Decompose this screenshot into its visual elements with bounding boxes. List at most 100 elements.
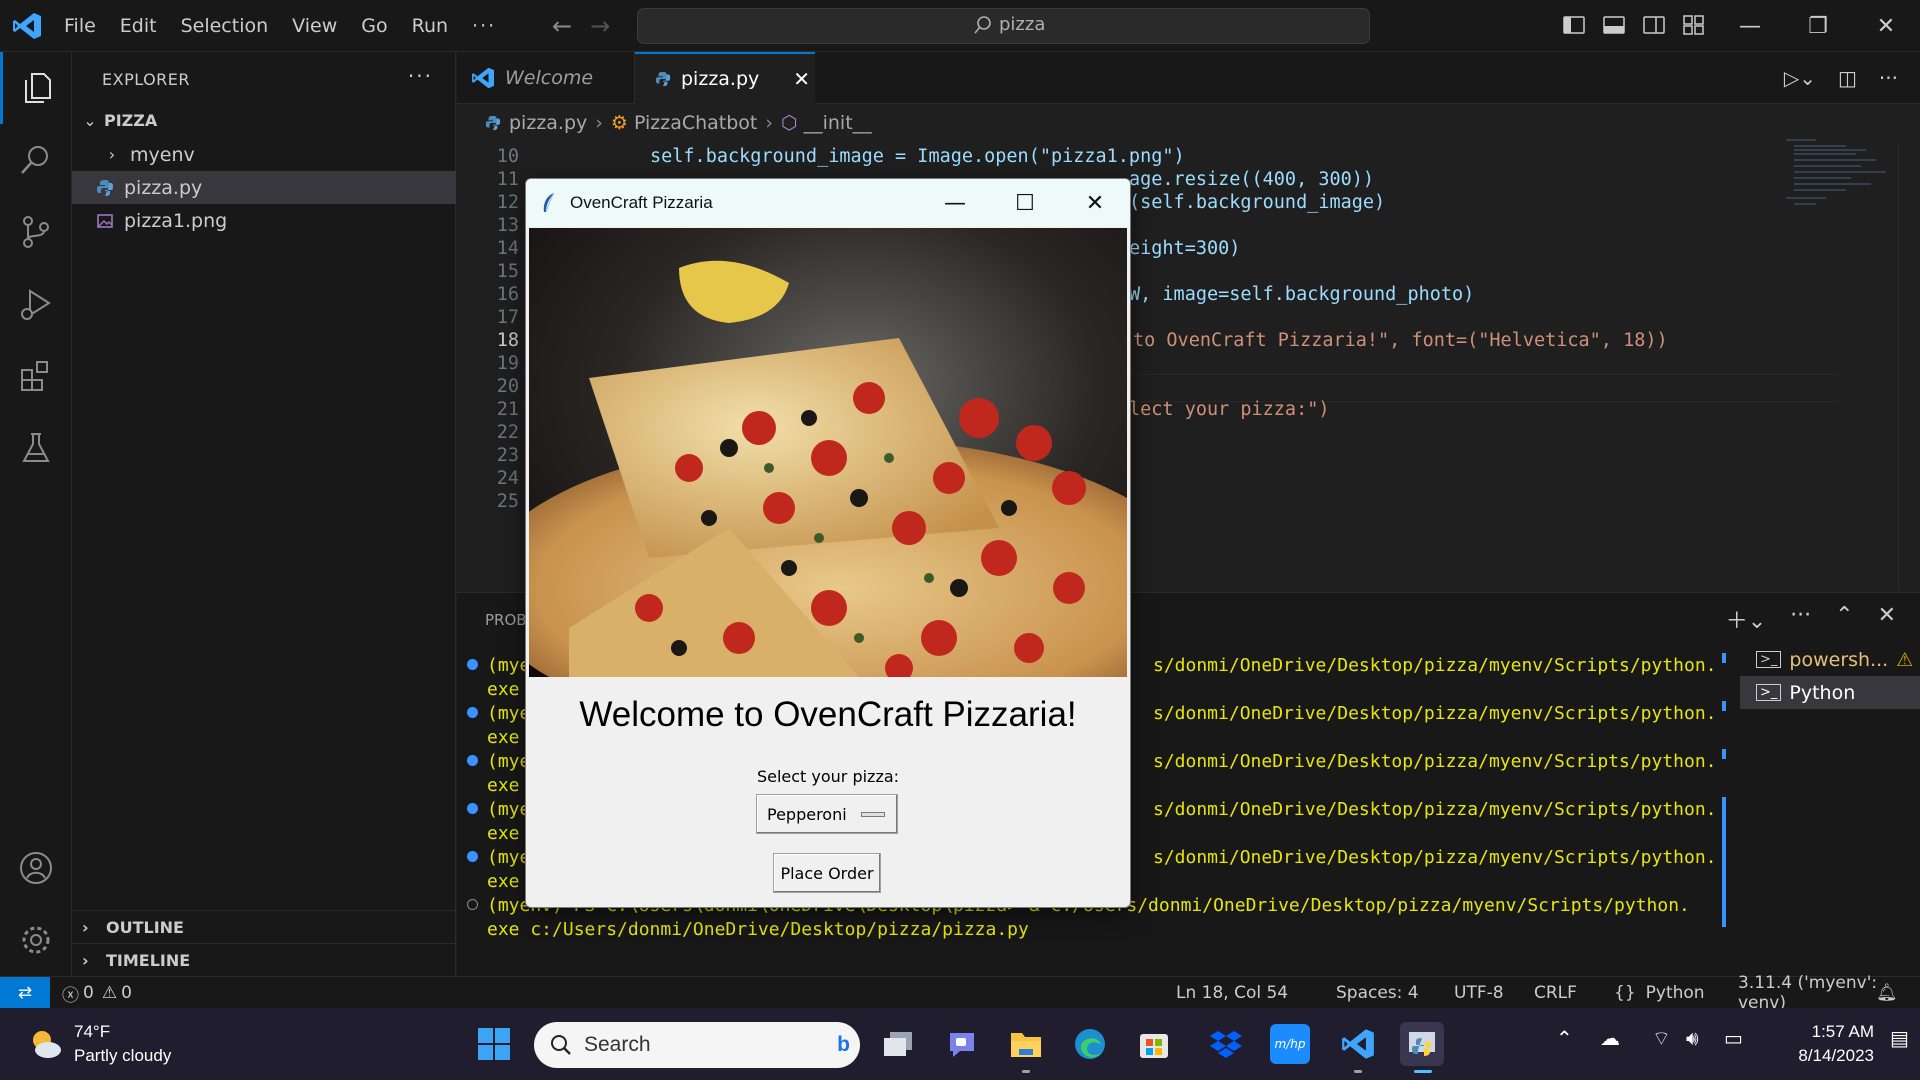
tree-item-myenv[interactable]: › myenv — [72, 138, 456, 171]
folder-root[interactable]: ⌄ PIZZA — [72, 104, 456, 137]
pizza-option-menu[interactable]: Pepperoni — [756, 794, 898, 834]
terminal-item-powershell[interactable]: >_ powersh... ⚠ — [1740, 643, 1920, 676]
encoding-status[interactable]: UTF-8 — [1454, 977, 1504, 1009]
close-panel-icon[interactable]: ✕ — [1878, 603, 1896, 635]
running-indicator — [1354, 1070, 1362, 1073]
breadcrumb-method[interactable]: __init__ — [804, 112, 872, 134]
menu-selection[interactable]: Selection — [169, 15, 281, 37]
menu-go[interactable]: Go — [349, 15, 399, 37]
command-success-dot — [467, 803, 478, 814]
menu-run[interactable]: Run — [400, 15, 460, 37]
extensions-activity[interactable] — [0, 340, 72, 412]
store-button[interactable] — [1132, 1022, 1176, 1066]
new-terminal-icon[interactable]: ＋⌄ — [1726, 603, 1766, 635]
command-center-text: pizza — [999, 14, 1046, 35]
eol-status[interactable]: CRLF — [1534, 977, 1577, 1009]
show-hidden-icons[interactable]: ⌃ — [1556, 1026, 1573, 1050]
app-maximize-button[interactable]: ☐ — [990, 179, 1060, 227]
restore-button[interactable]: ❐ — [1784, 0, 1852, 52]
accounts-activity[interactable] — [0, 832, 72, 904]
battery-icon[interactable]: ▭ — [1724, 1026, 1743, 1050]
vscode-logo-icon — [1342, 1029, 1374, 1059]
indentation-status[interactable]: Spaces: 4 — [1336, 977, 1419, 1009]
toggle-secondary-sidebar-icon[interactable] — [1642, 13, 1666, 37]
editor-actions: ▷⌄ ◫ ··· — [1784, 66, 1898, 90]
menu-file[interactable]: File — [52, 15, 108, 37]
minimap[interactable] — [1786, 136, 1896, 216]
more-menu-icon[interactable]: ··· — [460, 15, 508, 37]
editor-more-icon[interactable]: ··· — [1879, 66, 1898, 90]
notifications-bell-icon[interactable]: 🔔︎ — [1876, 977, 1898, 1009]
timeline-section[interactable]: › TIMELINE — [72, 943, 456, 976]
task-view-button[interactable] — [876, 1022, 920, 1066]
app-minimize-button[interactable]: — — [920, 179, 990, 227]
error-icon: ⓧ — [62, 985, 79, 1006]
tree-item-label: pizza1.png — [124, 209, 228, 232]
breadcrumb-class[interactable]: PizzaChatbot — [634, 112, 757, 134]
toggle-panel-icon[interactable] — [1602, 13, 1626, 37]
system-clock[interactable]: 1:57 AM 8/14/2023 — [1762, 1020, 1874, 1068]
tab-pizza-py[interactable]: pizza.py ✕ — [635, 52, 815, 104]
source-control-activity[interactable] — [0, 196, 72, 268]
toggle-primary-sidebar-icon[interactable] — [1562, 13, 1586, 37]
remote-indicator-icon[interactable]: ⇄ — [0, 977, 50, 1009]
panel-more-icon[interactable]: ··· — [1790, 603, 1811, 635]
clock-date: 8/14/2023 — [1798, 1046, 1874, 1065]
file-explorer-button[interactable] — [1004, 1022, 1048, 1066]
myhp-button[interactable]: m/hp — [1270, 1024, 1310, 1064]
navigation-arrows: ← → — [552, 12, 610, 40]
close-window-button[interactable]: ✕ — [1852, 0, 1920, 52]
wifi-icon[interactable]: ⌔ — [1652, 1026, 1671, 1051]
volume-icon[interactable]: 🔊︎ — [1686, 1026, 1699, 1050]
split-editor-icon[interactable]: ◫ — [1838, 66, 1857, 90]
edge-button[interactable] — [1068, 1022, 1112, 1066]
dropbox-button[interactable] — [1204, 1022, 1248, 1066]
app-title-bar[interactable]: OvenCraft Pizzaria — ☐ ✕ — [526, 179, 1130, 227]
method-icon: ⬡ — [781, 112, 798, 134]
outline-section[interactable]: › OUTLINE — [72, 910, 456, 943]
terminal-command: exe c:/Users/donmi/OneDrive/Desktop/pizz… — [487, 918, 1029, 940]
search-activity[interactable] — [0, 124, 72, 196]
back-arrow-icon[interactable]: ← — [552, 12, 572, 40]
terminal-item-python[interactable]: >_ Python — [1740, 676, 1920, 709]
myhp-icon: m/hp — [1274, 1037, 1306, 1051]
python-app-button[interactable] — [1400, 1022, 1444, 1066]
start-button[interactable] — [472, 1022, 516, 1066]
panel-tab-problems[interactable]: PROB — [485, 611, 527, 629]
command-center-search[interactable]: pizza — [637, 8, 1370, 44]
place-order-button[interactable]: Place Order — [773, 853, 881, 893]
image-file-icon — [97, 213, 113, 228]
maximize-panel-icon[interactable]: ⌃ — [1835, 603, 1853, 635]
command-success-dot — [467, 755, 478, 766]
breadcrumb-file[interactable]: pizza.py — [509, 112, 587, 134]
cursor-position[interactable]: Ln 18, Col 54 — [1176, 977, 1288, 1009]
weather-widget[interactable]: 74°F Partly cloudy — [28, 1020, 171, 1068]
problems-status[interactable]: ⓧ 0 ⚠ 0 — [62, 977, 132, 1009]
editor-scrollbar[interactable] — [1898, 142, 1912, 590]
menu-view[interactable]: View — [280, 15, 349, 37]
manage-activity[interactable] — [0, 904, 72, 976]
language-status[interactable]: {} Python — [1614, 977, 1705, 1009]
taskbar-search-placeholder: Search — [584, 1033, 651, 1056]
command-success-dot — [467, 659, 478, 670]
run-file-icon[interactable]: ▷⌄ — [1784, 66, 1816, 90]
onedrive-icon[interactable]: ☁ — [1600, 1026, 1620, 1050]
app-close-button[interactable]: ✕ — [1060, 179, 1130, 227]
error-count: 0 — [83, 983, 94, 1003]
forward-arrow-icon[interactable]: → — [590, 12, 610, 40]
taskbar-search[interactable]: Search b — [534, 1022, 860, 1068]
tree-item-pizza1-png[interactable]: pizza1.png — [72, 204, 456, 237]
run-debug-activity[interactable] — [0, 268, 72, 340]
menu-edit[interactable]: Edit — [108, 15, 169, 37]
notification-center-icon[interactable]: ▤ — [1890, 1026, 1909, 1050]
explorer-activity[interactable] — [0, 52, 72, 124]
tab-welcome[interactable]: Welcome — [457, 52, 635, 104]
testing-activity[interactable] — [0, 412, 72, 484]
close-tab-icon[interactable]: ✕ — [793, 67, 810, 91]
explorer-more-icon[interactable]: ··· — [408, 64, 433, 88]
customize-layout-icon[interactable] — [1682, 13, 1706, 37]
vscode-taskbar-button[interactable] — [1336, 1022, 1380, 1066]
teams-chat-button[interactable] — [940, 1022, 984, 1066]
tree-item-pizza-py[interactable]: pizza.py — [72, 171, 456, 204]
minimize-button[interactable]: — — [1716, 0, 1784, 52]
